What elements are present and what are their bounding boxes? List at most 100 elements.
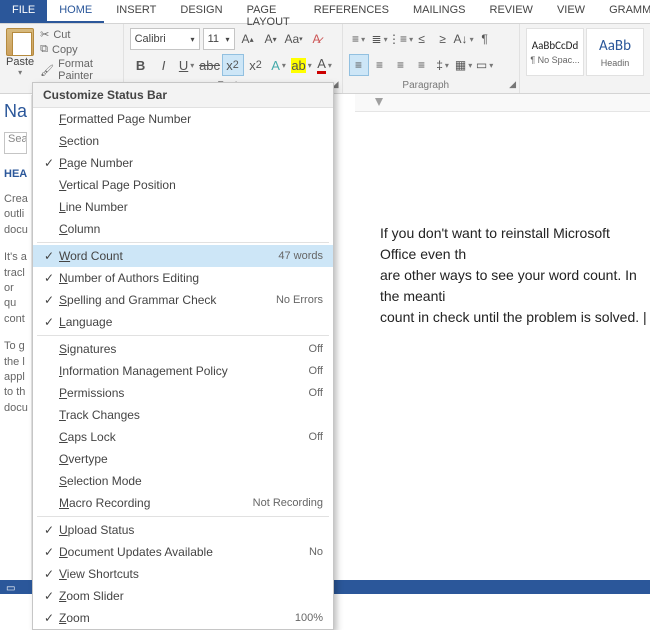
highlight-button[interactable]: ab (291, 54, 313, 76)
menu-item-nformation-management-policy[interactable]: Information Management PolicyOff (33, 360, 333, 382)
paste-button[interactable]: Paste ▾ (6, 28, 34, 82)
tab-grammarly[interactable]: GRAMMARLY (597, 0, 650, 23)
numbering-button[interactable]: ≣ (370, 28, 390, 50)
style-1[interactable]: AaBbHeadin (586, 28, 644, 76)
menu-item-ord-count[interactable]: ✓Word Count47 words (33, 245, 333, 267)
justify-button[interactable]: ≡ (412, 54, 432, 76)
menu-item-umber-of-authors-editing[interactable]: ✓Number of Authors Editing (33, 267, 333, 289)
copy-button[interactable]: ⧉Copy (40, 43, 116, 56)
nav-search-input[interactable]: Sea (4, 132, 27, 154)
menu-item-oom[interactable]: ✓Zoom100% (33, 607, 333, 629)
nav-hint-2: It's a tracl or qu cont (4, 250, 27, 327)
italic-button[interactable]: I (153, 54, 175, 76)
menu-item-ormatted-page-number[interactable]: Formatted Page Number (33, 108, 333, 130)
line-spacing-button[interactable]: ‡ (433, 54, 453, 76)
nav-title: Na (4, 101, 27, 122)
nav-headings-tab[interactable]: HEA (4, 168, 27, 180)
doc-line: If you don't want to reinstall Microsoft… (380, 223, 650, 265)
menu-item-label: Permissions (59, 386, 309, 400)
menu-item-ine-number[interactable]: Line Number (33, 196, 333, 218)
bold-button[interactable]: B (130, 54, 152, 76)
doc-line: are other ways to see your word count. I… (380, 265, 650, 307)
menu-item-anguage[interactable]: ✓Language (33, 311, 333, 333)
menu-item-aps-lock[interactable]: Caps LockOff (33, 426, 333, 448)
paragraph-group-label: Paragraph (343, 80, 509, 91)
menu-item-ocument-updates-available[interactable]: ✓Document Updates AvailableNo (33, 541, 333, 563)
clear-formatting-button[interactable]: A̷ (307, 28, 327, 50)
style-0[interactable]: AaBbCcDd¶ No Spac... (526, 28, 584, 76)
menu-item-oom-slider[interactable]: ✓Zoom Slider (33, 585, 333, 607)
check-icon: ✓ (39, 249, 59, 263)
grow-font-button[interactable]: A▴ (238, 28, 258, 50)
underline-button[interactable]: U (176, 54, 198, 76)
menu-item-iew-shortcuts[interactable]: ✓View Shortcuts (33, 563, 333, 585)
borders-button[interactable]: ▭ (475, 54, 495, 76)
menu-item-ignatures[interactable]: SignaturesOff (33, 338, 333, 360)
paste-dropdown-icon[interactable]: ▾ (18, 68, 22, 77)
ruler[interactable] (355, 94, 650, 112)
group-paragraph: ≡ ≣ ⋮≡ ≤ ≥ A↓ ¶ ≡ ≡ ≡ ≡ ‡ ▦ ▭ Paragraph … (343, 24, 520, 93)
menu-item-label: Formatted Page Number (59, 112, 323, 126)
text-effects-button[interactable]: A (268, 54, 290, 76)
nav-hint-3: To g the l appl to th docu (4, 339, 27, 416)
tab-review[interactable]: REVIEW (478, 0, 545, 23)
font-name-select[interactable]: Calibri▾ (130, 28, 200, 50)
shrink-font-button[interactable]: A▾ (261, 28, 281, 50)
menu-item-ection[interactable]: Section (33, 130, 333, 152)
menu-item-acro-recording[interactable]: Macro RecordingNot Recording (33, 492, 333, 514)
menu-item-ermissions[interactable]: PermissionsOff (33, 382, 333, 404)
menu-item-pelling-and-grammar-check[interactable]: ✓Spelling and Grammar CheckNo Errors (33, 289, 333, 311)
tab-view[interactable]: VIEW (545, 0, 597, 23)
statusbar-book-icon[interactable]: ▭ (0, 583, 15, 594)
cut-button[interactable]: ✂Cut (40, 28, 116, 41)
font-size-value: 11 (208, 33, 219, 45)
tab-page-layout[interactable]: PAGE LAYOUT (235, 0, 302, 23)
bullets-button[interactable]: ≡ (349, 28, 369, 50)
document-area[interactable]: If you don't want to reinstall Microsoft… (355, 113, 650, 580)
document-page[interactable]: If you don't want to reinstall Microsoft… (380, 223, 650, 328)
font-color-button[interactable]: A (314, 54, 336, 76)
menu-item-label: Macro Recording (59, 496, 253, 510)
menu-separator (37, 242, 329, 243)
tab-insert[interactable]: INSERT (104, 0, 168, 23)
format-painter-button[interactable]: 🖌Format Painter (40, 58, 116, 82)
menu-item-rack-changes[interactable]: Track Changes (33, 404, 333, 426)
multilevel-button[interactable]: ⋮≡ (391, 28, 411, 50)
tab-mailings[interactable]: MAILINGS (401, 0, 478, 23)
tab-references[interactable]: REFERENCES (302, 0, 401, 23)
check-icon: ✓ (39, 293, 59, 307)
menu-item-olumn[interactable]: Column (33, 218, 333, 240)
paragraph-dialog-launcher[interactable]: ◢ (509, 79, 516, 90)
show-marks-button[interactable]: ¶ (475, 28, 495, 50)
menu-item-pload-status[interactable]: ✓Upload Status (33, 519, 333, 541)
tab-home[interactable]: HOME (47, 0, 104, 23)
check-icon: ✓ (39, 567, 59, 581)
decrease-indent-button[interactable]: ≤ (412, 28, 432, 50)
menu-item-age-number[interactable]: ✓Page Number (33, 152, 333, 174)
check-icon: ✓ (39, 271, 59, 285)
menu-separator (37, 335, 329, 336)
menu-item-election-mode[interactable]: Selection Mode (33, 470, 333, 492)
navigation-pane: Na Sea HEA Crea outli docu It's a tracl … (0, 95, 32, 580)
superscript-button[interactable]: x2 (245, 54, 267, 76)
check-icon: ✓ (39, 315, 59, 329)
menu-item-vertype[interactable]: Overtype (33, 448, 333, 470)
increase-indent-button[interactable]: ≥ (433, 28, 453, 50)
tab-design[interactable]: DESIGN (168, 0, 234, 23)
change-case-button[interactable]: Aa▾ (284, 28, 304, 50)
align-right-button[interactable]: ≡ (391, 54, 411, 76)
menu-item-ertical-page-position[interactable]: Vertical Page Position (33, 174, 333, 196)
menu-item-label: Spelling and Grammar Check (59, 293, 276, 307)
strikethrough-button[interactable]: abc (199, 54, 221, 76)
shading-button[interactable]: ▦ (454, 54, 474, 76)
subscript-button[interactable]: x2 (222, 54, 244, 76)
tab-file[interactable]: FILE (0, 0, 47, 23)
sort-button[interactable]: A↓ (454, 28, 474, 50)
font-size-select[interactable]: 11▾ (203, 28, 235, 50)
align-center-button[interactable]: ≡ (370, 54, 390, 76)
menu-item-value: 100% (295, 612, 323, 624)
align-left-button[interactable]: ≡ (349, 54, 369, 76)
menu-item-value: 47 words (278, 250, 323, 262)
menu-item-label: Page Number (59, 156, 323, 170)
menu-item-value: Off (309, 343, 323, 355)
